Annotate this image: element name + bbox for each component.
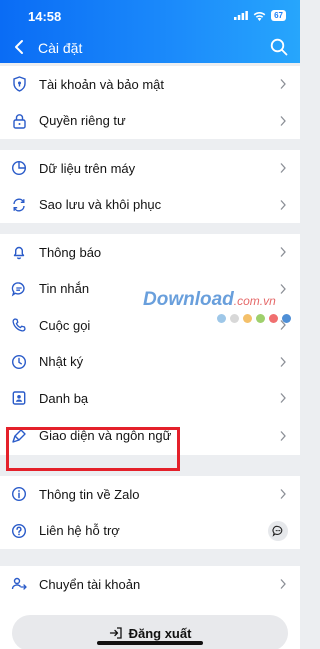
settings-group-switch-account: Chuyển tài khoản bbox=[0, 566, 300, 603]
contacts-icon bbox=[11, 390, 27, 406]
switch-account-icon bbox=[11, 576, 27, 592]
settings-item-notifications[interactable]: Thông báo bbox=[0, 234, 300, 271]
settings-item-journal[interactable]: Nhật ký bbox=[0, 344, 300, 381]
help-icon bbox=[11, 523, 27, 539]
settings-item-label: Thông báo bbox=[39, 244, 102, 260]
settings-item-about-zalo[interactable]: Thông tin về Zalo bbox=[0, 476, 300, 513]
logout-icon bbox=[109, 627, 122, 639]
back-arrow-icon[interactable] bbox=[12, 38, 28, 56]
settings-group-data: Dữ liệu trên máy Sao lưu và khôi phục bbox=[0, 150, 300, 223]
chevron-right-icon bbox=[280, 283, 286, 294]
chevron-right-icon bbox=[280, 579, 286, 590]
wifi-icon bbox=[253, 11, 266, 21]
chevron-right-icon bbox=[280, 115, 286, 126]
bell-icon bbox=[11, 244, 27, 260]
settings-item-contact-support[interactable]: Liên hệ hỗ trợ bbox=[0, 513, 300, 550]
watermark-domain: .com.vn bbox=[233, 294, 276, 308]
brush-icon bbox=[11, 428, 27, 444]
signal-icon bbox=[234, 11, 248, 20]
settings-item-label: Cuộc gọi bbox=[39, 317, 91, 333]
settings-group-preferences: Thông báo Tin nhắn Cuộc gọi Nhật ký Danh… bbox=[0, 234, 300, 455]
chevron-right-icon bbox=[280, 430, 286, 441]
settings-item-label: Tài khoản và bảo mật bbox=[39, 76, 165, 92]
battery-badge: 67 bbox=[271, 10, 286, 21]
chevron-right-icon bbox=[280, 247, 286, 258]
chevron-right-icon bbox=[280, 489, 286, 500]
chat-bubble-icon[interactable] bbox=[268, 520, 288, 541]
phone-icon bbox=[11, 317, 27, 333]
logout-label: Đăng xuất bbox=[128, 625, 192, 641]
home-indicator bbox=[97, 641, 203, 645]
settings-item-label: Nhật ký bbox=[39, 354, 84, 370]
status-time: 14:58 bbox=[28, 9, 62, 24]
shield-icon bbox=[11, 76, 27, 93]
app-header: 14:58 67 Cài đặt bbox=[0, 0, 300, 63]
settings-item-backup-restore[interactable]: Sao lưu và khôi phục bbox=[0, 187, 300, 224]
watermark-brand: Download bbox=[143, 289, 234, 310]
pie-chart-icon bbox=[11, 160, 27, 176]
watermark: Download.com.vn bbox=[143, 289, 276, 311]
chevron-right-icon bbox=[280, 199, 286, 210]
clock-icon bbox=[11, 354, 27, 370]
settings-item-label: Thông tin về Zalo bbox=[39, 486, 140, 502]
settings-item-label: Liên hệ hỗ trợ bbox=[39, 523, 120, 539]
settings-item-label: Quyền riêng tư bbox=[39, 113, 126, 129]
settings-item-label: Sao lưu và khôi phục bbox=[39, 197, 162, 213]
chevron-right-icon bbox=[280, 79, 286, 90]
status-icons: 67 bbox=[234, 10, 286, 21]
info-icon bbox=[11, 486, 27, 502]
settings-item-privacy[interactable]: Quyền riêng tư bbox=[0, 103, 300, 140]
settings-item-calls[interactable]: Cuộc gọi bbox=[0, 307, 300, 344]
settings-group-about: Thông tin về Zalo Liên hệ hỗ trợ bbox=[0, 476, 300, 549]
settings-item-label: Giao diện và ngôn ngữ bbox=[39, 428, 172, 443]
settings-item-label: Tin nhắn bbox=[39, 281, 90, 297]
chevron-right-icon bbox=[280, 393, 286, 404]
settings-item-switch-account[interactable]: Chuyển tài khoản bbox=[0, 566, 300, 603]
watermark-dots bbox=[217, 314, 291, 323]
chevron-right-icon bbox=[280, 356, 286, 367]
settings-item-account-security[interactable]: Tài khoản và bảo mật bbox=[0, 66, 300, 103]
settings-item-device-data[interactable]: Dữ liệu trên máy bbox=[0, 150, 300, 187]
page-title: Cài đặt bbox=[38, 40, 83, 56]
chevron-right-icon bbox=[280, 163, 286, 174]
message-icon bbox=[11, 281, 27, 297]
settings-item-contacts[interactable]: Danh bạ bbox=[0, 380, 300, 417]
settings-item-appearance-language[interactable]: Giao diện và ngôn ngữ bbox=[0, 417, 300, 455]
search-icon[interactable] bbox=[270, 38, 288, 56]
settings-item-label: Chuyển tài khoản bbox=[39, 576, 141, 592]
lock-icon bbox=[11, 113, 27, 129]
settings-item-label: Danh bạ bbox=[39, 390, 89, 406]
sync-icon bbox=[11, 197, 27, 213]
settings-group-account: Tài khoản và bảo mật Quyền riêng tư bbox=[0, 66, 300, 139]
settings-item-label: Dữ liệu trên máy bbox=[39, 160, 136, 176]
